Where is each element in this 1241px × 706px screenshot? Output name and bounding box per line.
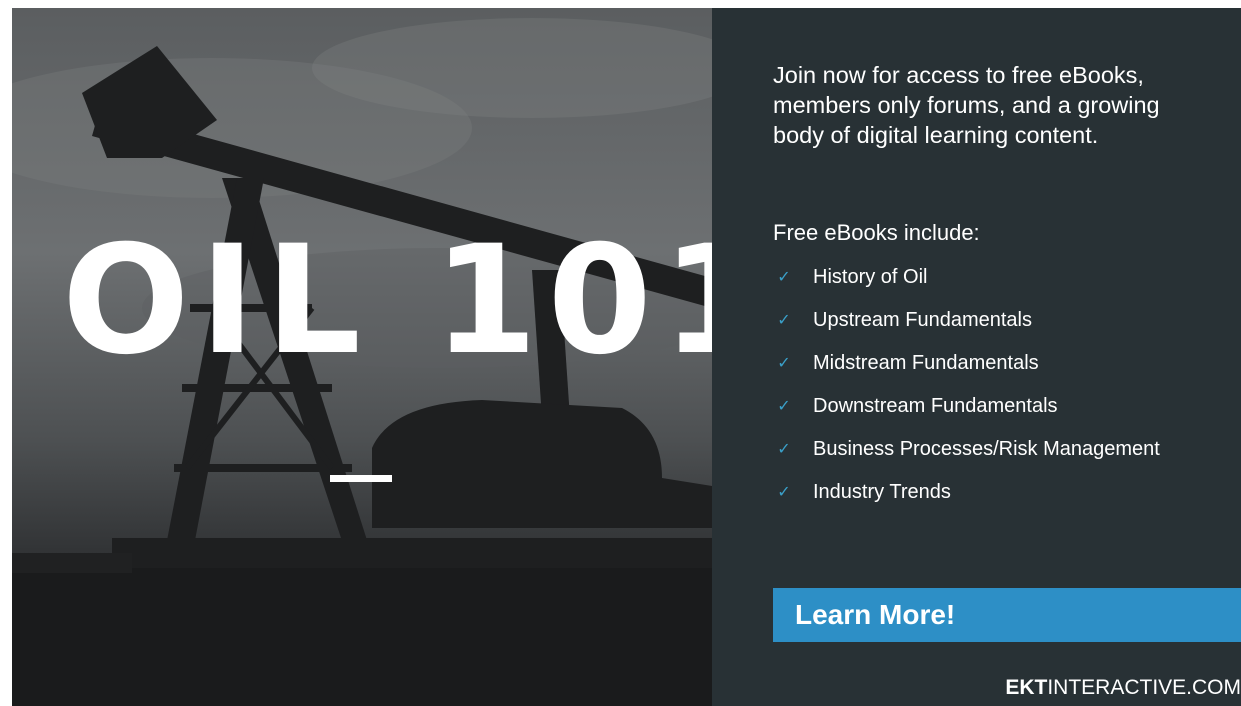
title-underline-divider <box>330 475 392 482</box>
ebooks-list-heading: Free eBooks include: <box>773 220 980 245</box>
brand-url[interactable]: EKTINTERACTIVE.COM <box>1005 676 1241 700</box>
checkmark-icon: ✓ <box>777 398 791 415</box>
checkmark-icon: ✓ <box>777 441 791 458</box>
checkmark-icon: ✓ <box>777 355 791 372</box>
signup-info-panel: Join now for access to free eBooks, memb… <box>712 8 1241 706</box>
ebook-title: Upstream Fundamentals <box>813 309 1032 331</box>
brand-name-rest: INTERACTIVE.COM <box>1047 676 1241 699</box>
list-item: ✓ Industry Trends <box>773 471 1193 514</box>
ebook-title: Business Processes/Risk Management <box>813 438 1160 460</box>
ebook-title: Industry Trends <box>813 481 951 503</box>
intro-text: Join now for access to free eBooks, memb… <box>773 62 1160 148</box>
learn-more-button[interactable]: Learn More! <box>773 588 1241 642</box>
banner-ad[interactable]: OIL 101 Join now for access to free eBoo… <box>12 8 1241 706</box>
ebook-title: Midstream Fundamentals <box>813 352 1039 374</box>
list-item: ✓ Business Processes/Risk Management <box>773 428 1193 471</box>
checkmark-icon: ✓ <box>777 484 791 501</box>
list-item: ✓ Midstream Fundamentals <box>773 342 1193 385</box>
list-item: ✓ History of Oil <box>773 256 1193 299</box>
list-item: ✓ Upstream Fundamentals <box>773 299 1193 342</box>
brand-name-bold: EKT <box>1005 676 1048 699</box>
checkmark-icon: ✓ <box>777 269 791 286</box>
ebook-title: Downstream Fundamentals <box>813 395 1058 417</box>
list-item: ✓ Downstream Fundamentals <box>773 385 1193 428</box>
hero-image-panel: OIL 101 <box>12 8 712 706</box>
hero-title: OIL 101 <box>62 214 712 388</box>
ebooks-list: ✓ History of Oil ✓ Upstream Fundamentals ✓… <box>773 256 1193 514</box>
ebook-title: History of Oil <box>813 266 928 288</box>
checkmark-icon: ✓ <box>777 312 791 329</box>
